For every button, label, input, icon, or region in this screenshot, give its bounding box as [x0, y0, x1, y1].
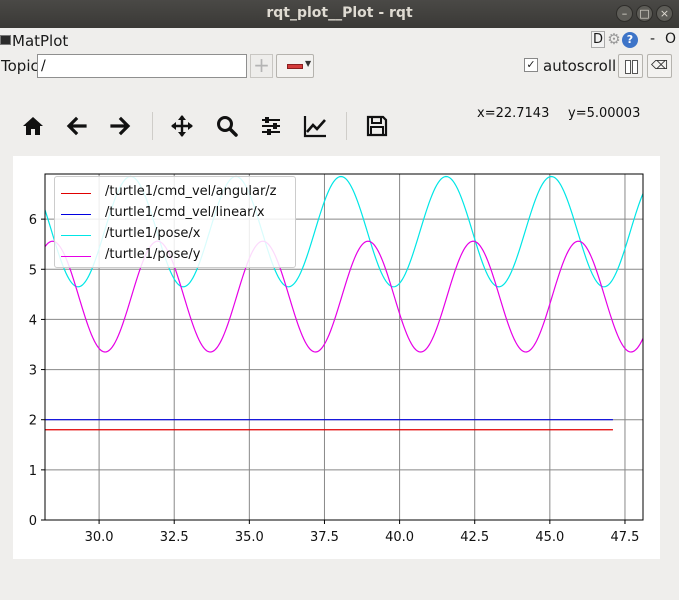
save-icon[interactable]: [363, 112, 391, 140]
y-tick-label: 6: [29, 213, 37, 228]
legend-line-linear: [61, 214, 91, 215]
y-tick-label: 1: [29, 464, 37, 479]
plot-toolbar: x=22.7143 y=5.00003: [0, 106, 679, 146]
y-tick-label: 5: [29, 263, 37, 278]
remove-topic-button[interactable]: ▼: [276, 54, 314, 78]
d-button[interactable]: D: [591, 31, 605, 48]
x-tick-label: 35.0: [235, 530, 264, 545]
autoscroll-checkbox[interactable]: ✓: [524, 58, 538, 72]
configure-subplots-icon[interactable]: [257, 112, 285, 140]
gear-icon[interactable]: ⚙: [606, 31, 622, 48]
plugin-header: MatPlot D ⚙ ? - O: [0, 30, 679, 52]
help-icon[interactable]: ?: [622, 32, 638, 48]
x-tick-label: 37.5: [310, 530, 339, 545]
toolbar-separator: [152, 112, 153, 140]
close-icon[interactable]: ×: [656, 5, 673, 22]
y-tick-label: 4: [29, 313, 37, 328]
remove-icon: [287, 64, 303, 69]
legend-label: /turtle1/cmd_vel/angular/z: [105, 184, 277, 199]
close-plugin-button[interactable]: O: [665, 31, 676, 47]
cursor-x-readout: x=22.7143: [477, 106, 550, 121]
x-tick-label: 30.0: [85, 530, 114, 545]
x-tick-label: 45.0: [535, 530, 564, 545]
edit-curves-icon[interactable]: [301, 112, 329, 140]
window-title: rqt_plot__Plot - rqt: [266, 5, 413, 21]
legend-item: /turtle1/pose/x: [61, 225, 297, 245]
topic-input[interactable]: [37, 54, 247, 78]
topic-row: Topic + ▼ ✓ autoscroll ⌫: [0, 53, 679, 79]
minimize-plugin-button[interactable]: -: [650, 31, 655, 47]
autoscroll-label: autoscroll: [543, 57, 617, 75]
maximize-icon[interactable]: □: [636, 5, 653, 22]
pan-move-icon[interactable]: [168, 112, 196, 140]
legend-item: /turtle1/cmd_vel/linear/x: [61, 204, 297, 224]
y-tick-label: 3: [29, 364, 37, 379]
pause-button[interactable]: [618, 54, 643, 78]
legend-line-pose-y: [61, 256, 91, 257]
legend-line-pose-x: [61, 235, 91, 236]
plugin-title: MatPlot: [12, 32, 69, 50]
window-titlebar: rqt_plot__Plot - rqt – □ ×: [0, 0, 679, 28]
legend-label: /turtle1/pose/x: [105, 226, 201, 241]
matplot-app-icon: [0, 35, 11, 45]
add-topic-button[interactable]: +: [250, 54, 273, 78]
legend-item: /turtle1/pose/y: [61, 246, 297, 266]
y-tick-label: 0: [29, 514, 37, 529]
back-arrow-icon[interactable]: [63, 112, 91, 140]
plot-canvas[interactable]: 30.0 32.5 35.0 37.5 40.0 42.5 45.0 47.5 0 1 2 3 4 5 6 …: [13, 156, 660, 559]
legend-item: /turtle1/cmd_vel/angular/z: [61, 183, 297, 203]
minimize-icon[interactable]: –: [616, 5, 633, 22]
cursor-y-readout: y=5.00003: [568, 106, 641, 121]
clear-button[interactable]: ⌫: [647, 54, 672, 78]
x-tick-label: 47.5: [610, 530, 639, 545]
toolbar-separator: [346, 112, 347, 140]
legend-line-angular: [61, 193, 91, 194]
legend-label: /turtle1/cmd_vel/linear/x: [105, 205, 265, 220]
legend-label: /turtle1/pose/y: [105, 247, 201, 262]
home-icon[interactable]: [19, 112, 47, 140]
x-tick-label: 42.5: [460, 530, 489, 545]
chevron-down-icon: ▼: [305, 59, 312, 68]
x-tick-label: 32.5: [160, 530, 189, 545]
forward-arrow-icon[interactable]: [106, 112, 134, 140]
y-tick-label: 2: [29, 414, 37, 429]
topic-label: Topic: [1, 57, 39, 75]
zoom-icon[interactable]: [213, 112, 241, 140]
plot-legend: /turtle1/cmd_vel/angular/z /turtle1/cmd_…: [54, 176, 296, 268]
x-tick-label: 40.0: [385, 530, 414, 545]
